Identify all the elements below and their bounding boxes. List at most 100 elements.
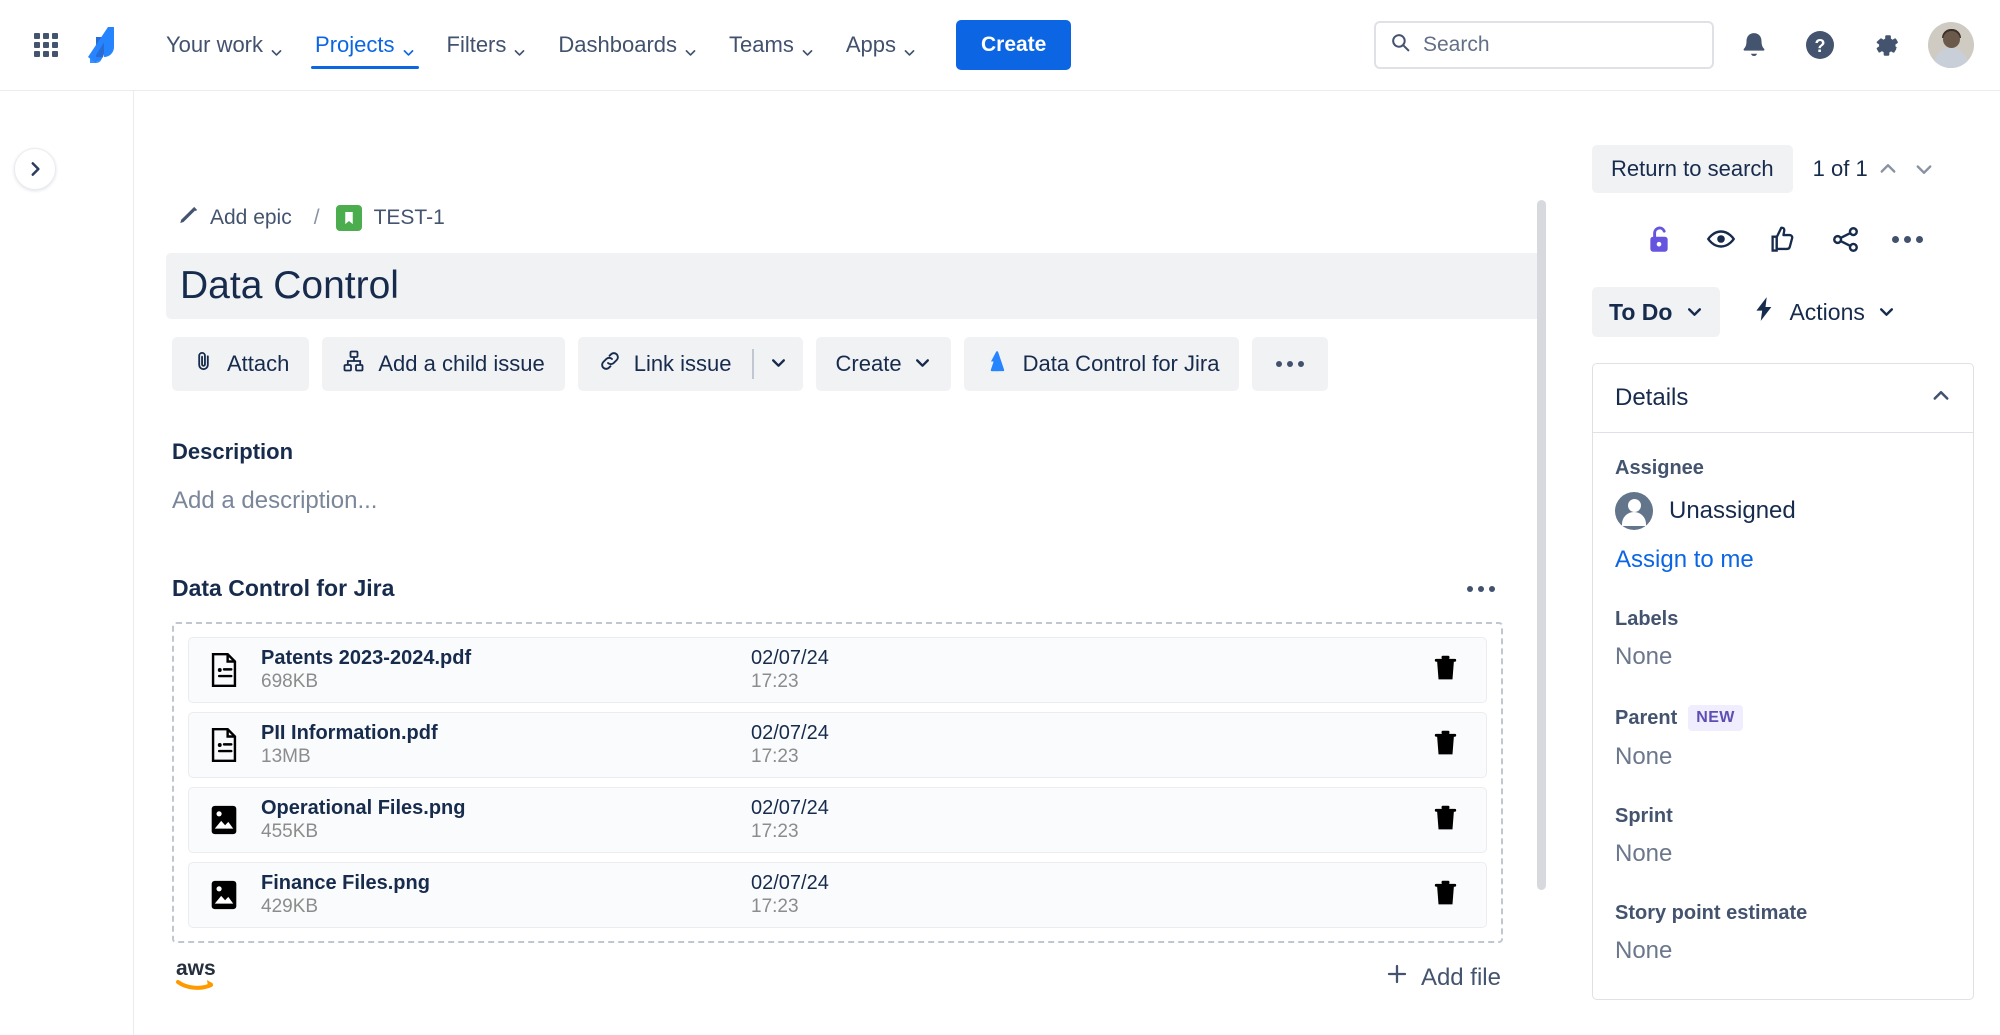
page-count-label: 1 of 1: [1812, 156, 1868, 181]
file-timestamp: 02/07/24 17:23: [751, 872, 1051, 918]
table-row[interactable]: Finance Files.png 429KB 02/07/24 17:23: [188, 862, 1487, 928]
content-scrollbar[interactable]: [1537, 200, 1546, 890]
field-label: Sprint: [1615, 805, 1673, 827]
delete-file-button[interactable]: [1423, 721, 1468, 769]
create-button[interactable]: Create: [955, 20, 1072, 70]
next-issue-button[interactable]: [1908, 151, 1940, 187]
field-value[interactable]: None: [1615, 937, 1951, 965]
field-label: Assignee: [1615, 457, 1704, 479]
add-child-issue-button[interactable]: Add a child issue: [322, 337, 565, 391]
file-name: Finance Files.png: [261, 872, 430, 894]
file-dropzone[interactable]: Patents 2023-2024.pdf 698KB 02/07/24 17:…: [172, 622, 1503, 943]
file-date: 02/07/24: [751, 872, 829, 894]
thumbs-up-icon[interactable]: [1757, 213, 1809, 265]
file-size: 455KB: [261, 821, 319, 842]
chevron-down-icon: [801, 39, 814, 56]
svg-text:aws: aws: [176, 957, 216, 980]
details-title: Details: [1615, 384, 1689, 411]
sidebar-top-bar: Return to search 1 of 1: [1592, 145, 1980, 193]
previous-issue-button[interactable]: [1872, 151, 1904, 187]
search-box[interactable]: [1374, 21, 1714, 69]
svg-text:?: ?: [1815, 36, 1826, 56]
chevron-down-icon: [513, 39, 526, 56]
help-icon[interactable]: ?: [1794, 19, 1846, 71]
share-icon[interactable]: [1819, 213, 1871, 265]
delete-file-button[interactable]: [1423, 871, 1468, 919]
link-issue-button[interactable]: Link issue: [578, 337, 752, 391]
field-value[interactable]: None: [1615, 743, 1951, 771]
nav-item-dashboards[interactable]: Dashboards: [542, 0, 713, 91]
field-value[interactable]: None: [1615, 643, 1951, 671]
details-card-header[interactable]: Details: [1593, 364, 1973, 433]
top-navigation-bar: Your work Projects Filters Dashboards Te…: [0, 0, 2000, 91]
nav-item-label: Apps: [845, 32, 896, 57]
delete-file-button[interactable]: [1423, 646, 1468, 694]
nav-item-projects[interactable]: Projects: [299, 0, 430, 91]
nav-item-apps[interactable]: Apps: [830, 0, 932, 91]
unlock-icon[interactable]: [1633, 213, 1685, 265]
avatar[interactable]: [1928, 22, 1974, 68]
attachments-more-options-icon[interactable]: [1459, 578, 1503, 600]
grid-apps-icon[interactable]: [26, 25, 66, 65]
breadcrumb-issue-link[interactable]: TEST-1: [335, 205, 445, 231]
status-and-actions-row: To Do Actions: [1592, 287, 1980, 337]
table-row[interactable]: Patents 2023-2024.pdf 698KB 02/07/24 17:…: [188, 637, 1487, 703]
link-issue-dropdown-button[interactable]: [754, 337, 803, 391]
table-row[interactable]: PII Information.pdf 13MB 02/07/24 17:23: [188, 712, 1487, 778]
status-dropdown-button[interactable]: To Do: [1592, 287, 1721, 337]
status-label: To Do: [1609, 298, 1673, 325]
more-options-icon[interactable]: [1881, 213, 1933, 265]
breadcrumb-separator: /: [313, 206, 320, 229]
return-to-search-button[interactable]: Return to search: [1592, 145, 1793, 193]
nav-item-label: Your work: [166, 32, 264, 57]
trash-icon: [1434, 805, 1457, 830]
user-avatar-icon: [1615, 492, 1653, 530]
data-control-for-jira-button[interactable]: Data Control for Jira: [963, 337, 1240, 391]
file-time: 17:23: [751, 896, 799, 917]
nav-item-label: Filters: [446, 32, 507, 57]
create-dropdown-button[interactable]: Create: [815, 337, 951, 391]
nav-item-label: Projects: [315, 32, 395, 57]
jira-logo[interactable]: [78, 22, 124, 68]
nav-item-filters[interactable]: Filters: [431, 0, 543, 91]
assignee-value-row[interactable]: Unassigned: [1615, 492, 1951, 530]
expand-sidebar-button[interactable]: [14, 148, 56, 190]
field-label-text: Parent: [1615, 706, 1678, 729]
search-input[interactable]: [1423, 33, 1698, 57]
dropzone-footer: aws Add file: [172, 955, 1503, 997]
file-date: 02/07/24: [751, 647, 829, 669]
file-timestamp: 02/07/24 17:23: [751, 722, 1051, 768]
field-sprint: Sprint None: [1615, 805, 1951, 868]
notifications-icon[interactable]: [1728, 19, 1780, 71]
breadcrumb-add-epic[interactable]: Add epic: [172, 201, 298, 235]
nav-item-your-work[interactable]: Your work: [150, 0, 299, 91]
description-label: Description: [172, 439, 294, 464]
nav-item-teams[interactable]: Teams: [713, 0, 830, 91]
more-options-icon: [1268, 353, 1312, 375]
settings-icon[interactable]: [1860, 19, 1912, 71]
story-bookmark-icon: [335, 205, 362, 231]
issue-details-sidebar: Return to search 1 of 1 To Do Actions De…: [1552, 91, 2000, 1035]
issue-title[interactable]: Data Control: [166, 253, 1539, 319]
delete-file-button[interactable]: [1423, 796, 1468, 844]
field-value[interactable]: None: [1615, 840, 1951, 868]
file-date: 02/07/24: [751, 797, 829, 819]
field-parent: Parent NEW None: [1615, 705, 1951, 771]
file-info: Finance Files.png 429KB: [261, 872, 751, 918]
eye-watch-icon[interactable]: [1695, 213, 1747, 265]
file-time: 17:23: [751, 671, 799, 692]
field-label: Labels: [1615, 608, 1679, 630]
description-placeholder[interactable]: Add a description...: [172, 487, 1503, 515]
chevron-down-icon: [1878, 299, 1895, 326]
file-timestamp: 02/07/24 17:23: [751, 797, 1051, 843]
attachments-panel-header: Data Control for Jira: [172, 575, 1503, 602]
table-row[interactable]: Operational Files.png 455KB 02/07/24 17:…: [188, 787, 1487, 853]
assign-to-me-link[interactable]: Assign to me: [1615, 546, 1754, 574]
more-actions-button[interactable]: [1252, 337, 1329, 391]
attach-button[interactable]: Attach: [172, 337, 310, 391]
attach-label: Attach: [227, 351, 290, 376]
file-name: Operational Files.png: [261, 797, 466, 819]
add-file-button[interactable]: Add file: [1385, 962, 1501, 997]
actions-dropdown-button[interactable]: Actions: [1742, 287, 1904, 337]
pdf-file-icon: [207, 728, 241, 762]
